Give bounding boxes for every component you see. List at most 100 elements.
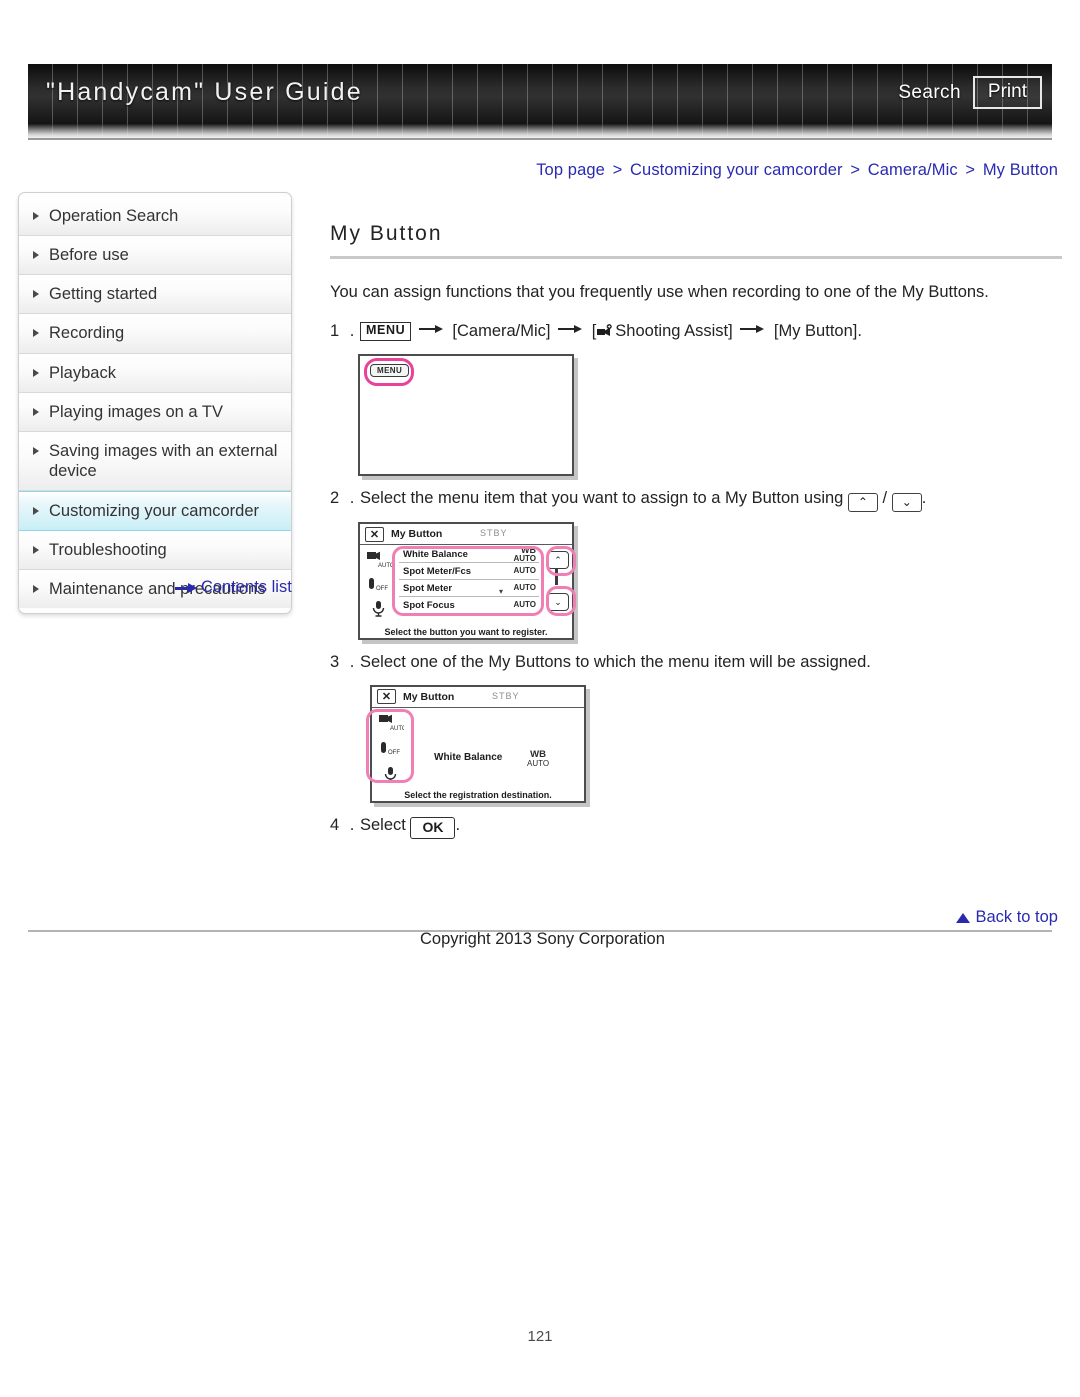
breadcrumb-item-my-button[interactable]: My Button [983,161,1058,179]
svg-text:OFF: OFF [376,586,388,592]
sidebar-item-troubleshooting[interactable]: Troubleshooting [19,531,291,571]
menu-button-chip[interactable]: MENU [360,322,412,341]
lcd-menu-row-value: AUTO [513,600,536,610]
main-content: My Button You can assign functions that … [330,222,1062,845]
ok-button-chip[interactable]: OK [410,816,456,840]
arrow-right-icon [418,324,445,334]
search-button[interactable]: Search [898,82,961,104]
sidebar-item-customizing-your-camcorder[interactable]: Customizing your camcorder [19,491,291,532]
breadcrumb-separator: > [850,161,861,179]
assigned-item-label: White Balance [434,751,503,763]
lcd-status-badge: STBY [492,690,520,701]
breadcrumb-item-camera-mic[interactable]: Camera/Mic [868,161,958,179]
lcd-screen-title: My Button [391,528,443,541]
assigned-item-value: WB AUTO [527,748,550,768]
my-button-2-icon[interactable]: OFF [366,576,392,593]
sidebar-item-label: Operation Search [49,207,179,225]
sidebar-item-playing-images-on-a-tv[interactable]: Playing images on a TV [19,392,291,432]
bullet-icon [33,446,39,455]
lcd-menu-row-label: Spot Meter/Fcs [403,565,472,577]
lcd-body: AUTO OFF White Balance WBAUTO [360,545,572,638]
camcorder-lcd-screen-1: MENU [358,354,574,477]
step-3: 3 . Select one of the My Buttons to whic… [330,650,1062,675]
my-button-3-microphone-icon[interactable] [369,600,389,617]
sidebar-item-label: Before use [49,246,129,265]
header-bottom-rule [28,138,1052,140]
sidebar-item-playback[interactable]: Playback [19,353,291,393]
step-1-shooting-assist: Shooting Assist] [615,322,733,341]
step-4: 4 . Select OK. [330,813,1062,840]
intro-paragraph: You can assign functions that you freque… [330,283,989,301]
bullet-icon [33,507,39,515]
lcd-menu-row[interactable]: Spot Meter AUTO [399,580,539,598]
print-button[interactable]: Print [972,76,1042,109]
lcd-caption: Select the button you want to register. [384,627,548,638]
arrow-right-icon [175,583,197,593]
breadcrumb-separator: > [612,161,623,179]
lcd-menu-row-label: Spot Meter [403,582,453,594]
sidebar-item-label: Troubleshooting [49,541,167,560]
scroll-down-key-chip[interactable]: ⌄ [891,493,922,513]
sidebar-item-operation-search[interactable]: Operation Search [19,197,291,237]
figure-menu-item-list-screen: ✕ My Button STBY AUTO OFF [358,522,1062,641]
step-1-text: MENU [Camera/Mic] [Shooting Assist] [My … [360,319,1062,344]
svg-text:AUTO: AUTO [378,563,392,568]
bullet-icon [33,212,39,220]
lcd-my-button-column: AUTO OFF [362,547,396,621]
contents-list-link[interactable]: Contents list [175,578,292,597]
sidebar-item-recording[interactable]: Recording [19,314,291,354]
header-actions: Search Print [898,76,1042,109]
sidebar-item-saving-images-external-device[interactable]: Saving images with an external device [19,431,291,491]
lcd-menu-row[interactable]: White Balance WB AUTO [399,544,539,564]
sidebar-item-label: Getting started [49,285,158,304]
breadcrumb-item-customizing[interactable]: Customizing your camcorder [630,161,843,179]
my-button-3-microphone-icon[interactable] [381,766,401,783]
lcd-status-badge: STBY [480,528,508,539]
bullet-icon [33,546,39,555]
sidebar-nav: Operation Search Before use Getting star… [18,192,292,615]
lcd-scroll-up-button[interactable]: ⌃ [547,551,569,570]
lcd-scroll-down-button[interactable]: ⌄ [547,593,569,612]
close-icon[interactable]: ✕ [365,526,384,542]
step-2-key-separator: / [882,489,888,508]
step-4-instruction: Select [360,815,406,834]
my-button-1-icon[interactable]: AUTO [378,714,404,731]
sidebar-item-label: Playback [49,363,116,382]
bullet-icon [33,329,39,338]
sidebar-item-before-use[interactable]: Before use [19,236,291,276]
back-to-top-link[interactable]: Back to top [956,908,1058,927]
lcd-menu-row[interactable]: Spot Focus AUTO [399,597,539,615]
triangle-up-icon [956,912,971,923]
step-2: 2 . Select the menu item that you want t… [330,486,1062,513]
breadcrumb-separator: > [965,161,976,179]
back-to-top-label: Back to top [975,908,1058,926]
my-button-1-icon[interactable]: AUTO [366,551,392,568]
my-button-2-icon[interactable]: OFF [378,740,404,757]
bullet-icon [33,290,39,299]
copyright-text: Copyright 2013 Sony Corporation [420,930,665,948]
close-icon[interactable]: ✕ [377,689,396,705]
page-number: 121 [527,1328,553,1345]
lcd-menu-row-label: Spot Focus [403,599,455,611]
lcd-menu-row[interactable]: Spot Meter/Fcs AUTO [399,563,539,581]
lcd-caption: Select the registration destination. [404,789,552,800]
figure-menu-screen: MENU [358,354,1062,477]
title-divider [330,256,1062,259]
step-4-text: Select OK. [360,813,1062,840]
scroll-up-key-chip[interactable]: ⌃ [847,493,878,513]
lcd-menu-row-value: WB AUTO [513,544,536,563]
step-4-number: 4 . [330,815,358,834]
lcd-more-indicator: ▾ [499,587,504,597]
breadcrumb-item-top-page[interactable]: Top page [536,161,605,179]
page-title: My Button [330,222,443,245]
site-header: "Handycam" User Guide Search Print [28,64,1052,140]
sidebar-item-getting-started[interactable]: Getting started [19,275,291,315]
arrow-right-icon [558,324,584,334]
shooting-assist-icon [596,321,613,337]
step-1: 1 . MENU [Camera/Mic] [Shooting Assist] … [330,319,1062,344]
step-2-instruction: Select the menu item that you want to as… [360,489,844,508]
bullet-icon [33,251,39,260]
bullet-icon [33,368,39,377]
breadcrumb: Top page > Customizing your camcorder > … [536,161,1058,180]
lcd-menu-button[interactable]: MENU [370,364,410,378]
